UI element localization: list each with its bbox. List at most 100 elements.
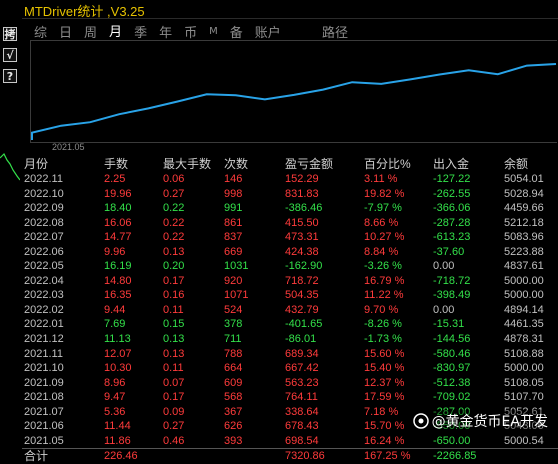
table-cell: 0.13 [163, 333, 185, 346]
table-cell: 0.00 [433, 303, 455, 316]
total-lots: 226.46 [104, 450, 138, 463]
table-cell: 861 [224, 216, 243, 229]
table-cell: -7.97 % [364, 202, 402, 215]
table-cell: 10.27 % [364, 231, 405, 244]
column-header[interactable]: 百分比% [364, 156, 411, 172]
table-cell: 0.11 [163, 303, 184, 316]
total-row: 合计 226.46 7320.86 167.25 % -2266.85 [22, 448, 558, 464]
tab-8[interactable]: 备 [228, 22, 245, 41]
table-row: 2022.10 19.96 0.27 998 831.83 19.82 % -262.55 5… [22, 187, 558, 202]
weibo-icon [412, 413, 429, 429]
table-body: 2022.11 2.25 0.06 146 152.29 3.11 % -127.22 505… [22, 172, 558, 448]
table-cell: 5108.88 [504, 347, 544, 360]
table-cell: 991 [224, 202, 243, 215]
table-cell: 19.96 [104, 187, 132, 200]
check-button[interactable]: √ [3, 48, 17, 62]
tab-3[interactable]: 月 [107, 21, 125, 41]
table-cell: 0.09 [163, 405, 185, 418]
table-cell: -366.06 [433, 202, 471, 215]
table-cell: 0.15 [163, 318, 185, 331]
tab-6[interactable]: 币 [182, 22, 199, 41]
table-cell: 15.60 % [364, 347, 405, 360]
tab-4[interactable]: 季 [132, 22, 149, 41]
table-cell: 4894.14 [504, 303, 544, 316]
table-cell: 0.27 [163, 187, 185, 200]
table-cell: 12.37 % [364, 376, 405, 389]
table-row: 2021.12 11.13 0.13 711 -86.01 -1.73 % -144.56 4… [22, 332, 558, 347]
table-cell: 2.25 [104, 173, 126, 185]
table-row: 2021.09 8.96 0.07 609 563.23 12.37 % -512.38 51… [22, 376, 558, 391]
table-cell: 0.22 [163, 231, 185, 244]
table-cell: 16.19 [104, 260, 132, 273]
column-header[interactable]: 次数 [224, 156, 248, 172]
table-cell: -37.60 [433, 245, 465, 258]
chart-x-start-label: 2021.05 [52, 142, 85, 152]
table-cell: -287.28 [433, 216, 471, 229]
tab-9[interactable]: 账户 [253, 22, 283, 41]
table-cell: -144.56 [433, 333, 471, 346]
tab-1[interactable]: 日 [57, 22, 74, 41]
table-cell: 9.44 [104, 303, 126, 316]
table-cell: 338.64 [285, 405, 319, 418]
table-cell: 2022.02 [24, 303, 64, 316]
table-cell: 5107.70 [504, 391, 544, 404]
table-row: 2022.06 9.96 0.13 669 424.38 8.84 % -37.60 5223… [22, 245, 558, 260]
column-header[interactable]: 盈亏金额 [285, 156, 333, 172]
table-cell: 0.16 [163, 289, 185, 302]
tab-5[interactable]: 年 [157, 22, 174, 41]
table-cell: 4461.35 [504, 318, 544, 331]
column-header[interactable]: 最大手数 [163, 156, 211, 172]
table-cell: 2022.07 [24, 231, 64, 244]
table-cell: 5108.05 [504, 376, 544, 389]
balance-series-line [31, 63, 557, 140]
column-header[interactable]: 手数 [104, 156, 128, 172]
table-cell: 2021.08 [24, 391, 64, 404]
table-cell: 18.40 [104, 202, 132, 215]
left-terminal-strip: 拷 √ ? [0, 0, 22, 454]
title-bar[interactable]: MTDriver统计 ,V3.25 [22, 0, 558, 19]
table-cell: 393 [224, 434, 243, 447]
table-cell: 9.47 [104, 391, 126, 404]
table-cell: 432.79 [285, 303, 319, 316]
table-cell: -8.26 % [364, 318, 402, 331]
table-cell: 1031 [224, 260, 249, 273]
table-cell: 17.59 % [364, 391, 405, 404]
table-cell: 5000.00 [504, 362, 544, 375]
table-cell: 0.11 [163, 362, 184, 375]
table-cell: -162.90 [285, 260, 323, 273]
help-button[interactable]: ? [3, 69, 17, 83]
table-row: 2022.05 16.19 0.20 1031 -162.90 -3.26 % 0.00 48… [22, 259, 558, 274]
column-header[interactable]: 出入金 [433, 156, 469, 172]
table-cell: 563.23 [285, 376, 319, 389]
table-cell: 2021.12 [24, 333, 64, 346]
table-cell: 367 [224, 405, 243, 418]
table-cell: 11.86 [104, 434, 131, 447]
table-header: 月份 手数 最大手数 次数 盈亏金额 百分比% 出入金 余额 [22, 156, 558, 172]
tab-7[interactable]: M [207, 26, 220, 37]
table-cell: 626 [224, 420, 243, 433]
table-cell: 5212.18 [504, 216, 544, 229]
table-cell: 698.54 [285, 434, 319, 447]
table-cell: -3.26 % [364, 260, 402, 273]
tab-path[interactable]: 路径 [322, 22, 348, 41]
table-cell: 5.36 [104, 405, 126, 418]
table-cell: 2021.05 [24, 434, 64, 447]
column-header[interactable]: 月份 [24, 156, 48, 172]
table-cell: 16.79 % [364, 274, 405, 287]
table-cell: 609 [224, 376, 243, 389]
table-row: 2022.07 14.77 0.22 837 473.31 10.27 % -613.23 5… [22, 230, 558, 245]
column-header[interactable]: 余额 [504, 156, 528, 172]
table-cell: 0.17 [163, 274, 185, 287]
title-divider [22, 18, 558, 19]
tab-2[interactable]: 周 [82, 22, 99, 41]
table-cell: 2022.09 [24, 202, 64, 215]
table-cell: 15.40 % [364, 362, 405, 375]
table-cell: 2022.10 [24, 187, 64, 200]
table-cell: 998 [224, 187, 243, 200]
table-cell: 669 [224, 245, 243, 258]
table-cell: 920 [224, 274, 243, 287]
table-cell: 2021.07 [24, 405, 64, 418]
tab-0[interactable]: 综 [32, 22, 49, 41]
table-cell: 2021.06 [24, 420, 64, 433]
copy-button[interactable]: 拷 [3, 27, 17, 41]
